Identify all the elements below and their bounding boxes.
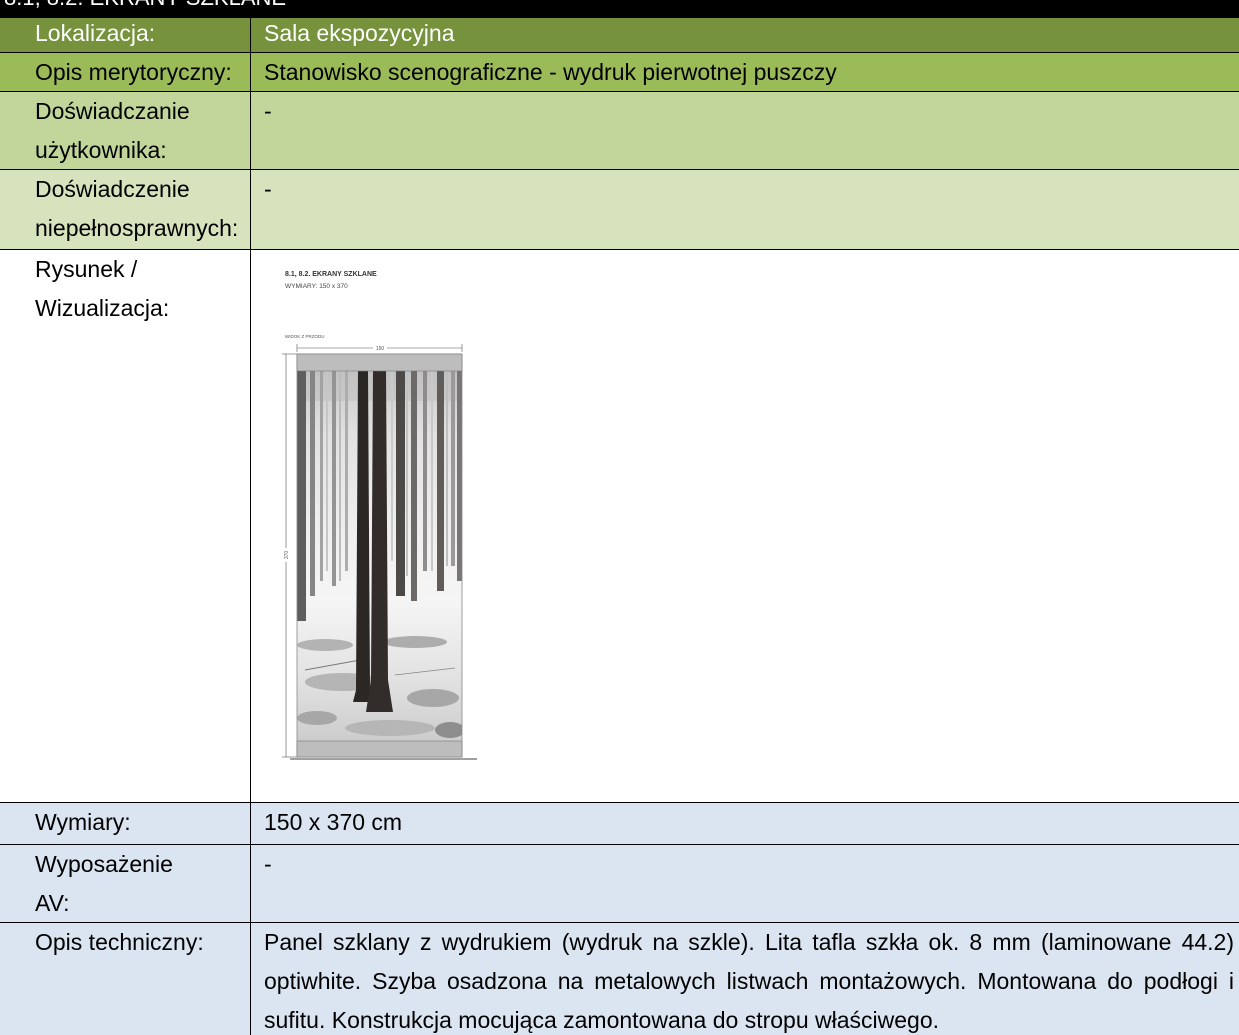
snow-ground-patch [435, 722, 462, 738]
value-accessibility: - [264, 176, 272, 202]
width-label: 150 [376, 346, 385, 352]
tree-trunk [431, 371, 433, 571]
panel-bottom-rail [296, 740, 463, 758]
tree-trunk [297, 371, 306, 621]
value-technical-description: Panel szklany z wydrukiem (wydruk na szk… [264, 929, 1234, 1033]
tree-trunk [391, 371, 393, 561]
value-dimensions: 150 x 370 cm [264, 809, 403, 835]
row-visualization: Rysunek / Wizualizacja: 8.1, 8.2. EKRANY [0, 250, 1239, 803]
row-location: Lokalizacja: Sala ekspozycyjna [0, 18, 1239, 53]
tree-trunk [437, 371, 444, 591]
tree-trunk [457, 371, 462, 581]
forest-photo [297, 371, 462, 741]
tree-trunk [339, 371, 341, 581]
row-av-equipment: Wyposażenie AV: - [0, 845, 1239, 923]
label-dimensions: Wymiary: [0, 803, 251, 844]
tree-trunk [320, 371, 323, 581]
drawing-dimensions: WYMIARY: 150 x 370 [285, 283, 348, 290]
value-visualization: 8.1, 8.2. EKRANY SZKLANE WYMIARY: 150 x … [251, 250, 1239, 802]
section-header: 8.1, 8.2. EKRANY SZKLANE [0, 0, 1239, 18]
label-accessibility: Doświadczenie niepełnosprawnych: [0, 170, 251, 249]
label-location: Lokalizacja: [0, 18, 251, 52]
height-label: 370 [284, 551, 290, 560]
label-user-experience: Doświadczanie użytkownika: [0, 92, 251, 169]
tree-trunk [451, 371, 455, 566]
drawing-title: 8.1, 8.2. EKRANY SZKLANE [285, 271, 377, 278]
snow-ground-patch [345, 720, 435, 736]
value-description: Stanowisko scenograficzne - wydruk pierw… [264, 59, 837, 85]
drawing-view-label: WIDOK Z PRZODU [285, 334, 325, 339]
snow-ground-patch [297, 639, 353, 651]
label-technical-description: Opis techniczny: [0, 923, 251, 1035]
snow-ground-patch [297, 711, 337, 725]
tree-trunk [326, 371, 328, 571]
tree-trunk [396, 371, 405, 596]
value-location: Sala ekspozycyjna [264, 20, 455, 46]
row-accessibility: Doświadczenie niepełnosprawnych: - [0, 170, 1239, 250]
row-dimensions: Wymiary: 150 x 370 cm [0, 803, 1239, 845]
tree-trunk [310, 371, 315, 596]
row-description: Opis merytoryczny: Stanowisko scenografi… [0, 53, 1239, 92]
row-user-experience: Doświadczanie użytkownika: - [0, 92, 1239, 170]
tree-trunk [423, 371, 427, 571]
tree-trunk [345, 371, 348, 571]
value-user-experience: - [264, 98, 272, 124]
row-technical-description: Opis techniczny: Panel szklany z wydruki… [0, 923, 1239, 1035]
label-description: Opis merytoryczny: [0, 53, 251, 91]
tree-trunk [406, 371, 408, 576]
value-av-equipment: - [264, 851, 272, 877]
label-visualization: Rysunek / Wizualizacja: [0, 250, 251, 802]
document-page: 8.1, 8.2. EKRANY SZKLANE Lokalizacja: Sa… [0, 0, 1239, 1035]
tree-trunk [332, 371, 336, 586]
snow-ground-patch [383, 636, 447, 648]
glass-panel-drawing: 8.1, 8.2. EKRANY SZKLANE WYMIARY: 150 x … [265, 250, 495, 770]
section-title: 8.1, 8.2. EKRANY SZKLANE [4, 0, 286, 9]
panel-top-rail [296, 353, 463, 372]
tree-trunk [411, 371, 417, 601]
tree-trunk [446, 371, 448, 566]
snow-ground-patch [407, 689, 459, 707]
label-av-equipment: Wyposażenie AV: [0, 845, 251, 922]
